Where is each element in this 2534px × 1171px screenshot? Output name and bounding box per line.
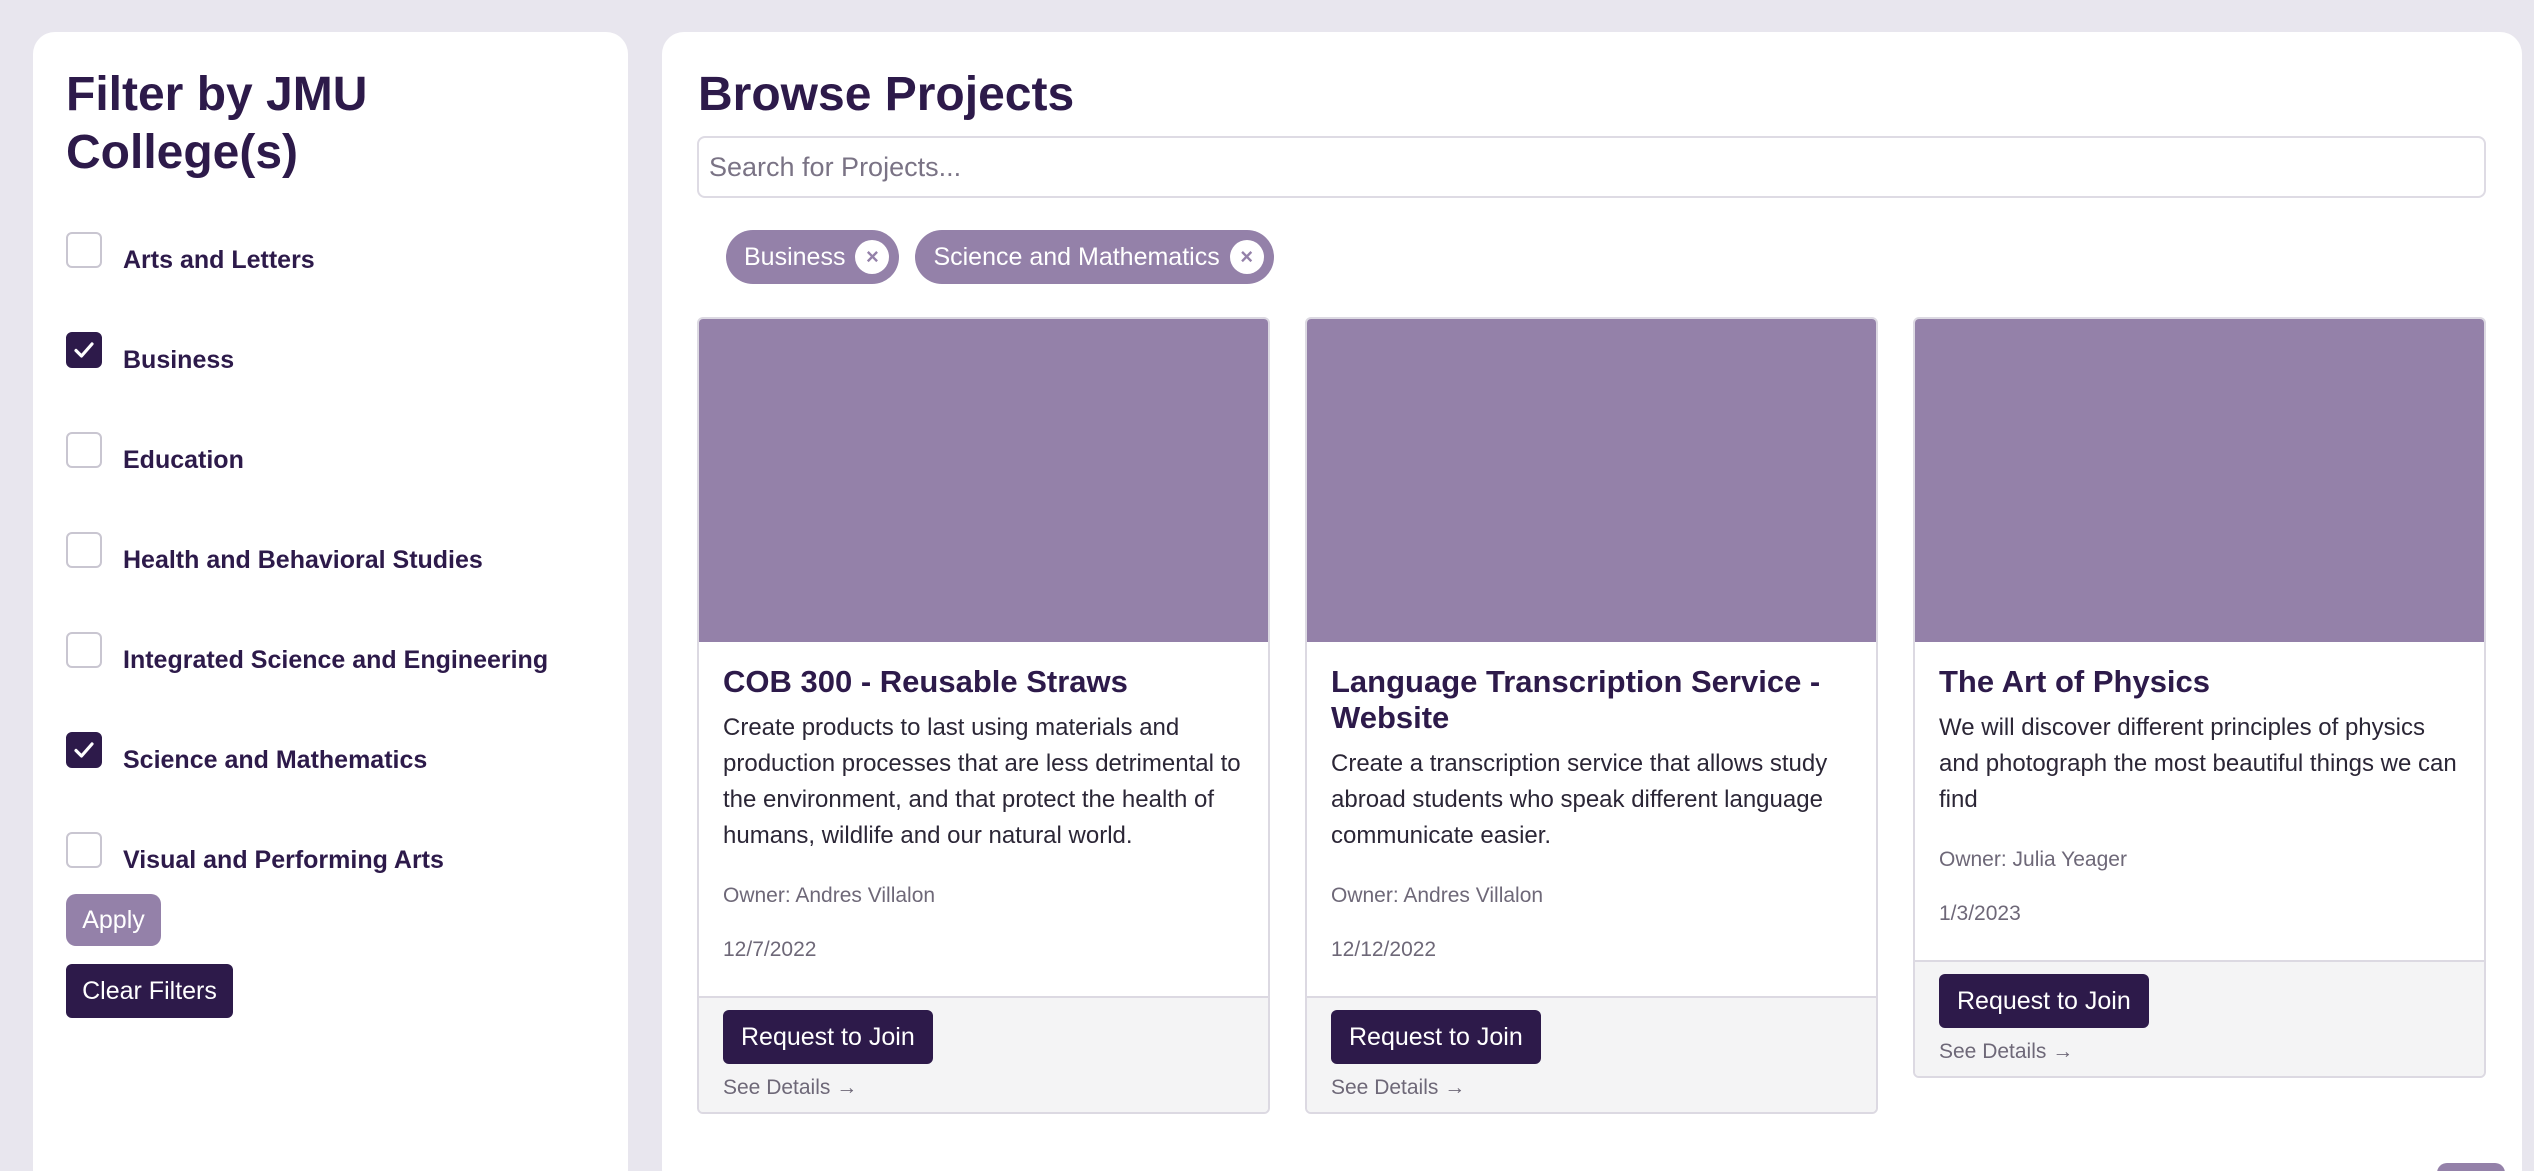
project-date: 12/12/2022 bbox=[1331, 938, 1437, 961]
filter-checkbox[interactable] bbox=[66, 632, 102, 668]
card-footer: Request to Join See Details → bbox=[699, 996, 1268, 1112]
scroll-to-top-button[interactable] bbox=[2437, 1163, 2505, 1171]
project-owner: Owner: Julia Yeager bbox=[1939, 848, 2127, 871]
filter-item-integrated-science[interactable]: Integrated Science and Engineering bbox=[66, 632, 595, 732]
card-body: The Art of Physics We will discover diff… bbox=[1915, 642, 2484, 960]
card-body: COB 300 - Reusable Straws Create product… bbox=[699, 642, 1268, 996]
project-title: The Art of Physics bbox=[1939, 664, 2211, 699]
filter-label: Arts and Letters bbox=[123, 246, 315, 274]
request-to-join-button[interactable]: Request to Join bbox=[723, 1010, 933, 1064]
search-input[interactable] bbox=[697, 136, 2486, 198]
project-description: We will discover different principles of… bbox=[1939, 714, 2457, 813]
remove-chip-icon[interactable]: × bbox=[1229, 240, 1264, 274]
filter-label: Science and Mathematics bbox=[123, 746, 428, 774]
checkmark-icon bbox=[74, 742, 94, 758]
project-card: The Art of Physics We will discover diff… bbox=[1913, 317, 2486, 1078]
chip-label: Business bbox=[744, 242, 846, 271]
project-owner: Owner: Andres Villalon bbox=[723, 884, 936, 907]
filter-checkbox[interactable] bbox=[66, 232, 102, 268]
see-details-link[interactable]: See Details → bbox=[1331, 1076, 1852, 1100]
filter-item-business[interactable]: Business bbox=[66, 332, 595, 432]
filter-item-health-behavioral[interactable]: Health and Behavioral Studies bbox=[66, 532, 595, 632]
see-details-link[interactable]: See Details → bbox=[723, 1076, 1244, 1100]
filter-label: Visual and Performing Arts bbox=[123, 846, 444, 874]
filter-item-science-mathematics[interactable]: Science and Mathematics bbox=[66, 732, 595, 832]
filter-checkbox[interactable] bbox=[66, 332, 102, 368]
project-description: Create products to last using materials … bbox=[723, 714, 1241, 849]
request-to-join-button[interactable]: Request to Join bbox=[1939, 974, 2149, 1028]
checkmark-icon bbox=[74, 342, 94, 358]
card-footer: Request to Join See Details → bbox=[1307, 996, 1876, 1112]
active-filter-chips: Business × Science and Mathematics × bbox=[726, 230, 1274, 284]
filter-item-education[interactable]: Education bbox=[66, 432, 595, 532]
card-body: Language Transcription Service - Website… bbox=[1307, 642, 1876, 996]
project-image-placeholder bbox=[1307, 319, 1876, 642]
project-card: Language Transcription Service - Website… bbox=[1305, 317, 1878, 1114]
filter-sidebar: Filter by JMU College(s) Arts and Letter… bbox=[33, 32, 628, 1171]
filter-checkbox[interactable] bbox=[66, 432, 102, 468]
remove-chip-icon[interactable]: × bbox=[855, 240, 890, 274]
filter-checkbox[interactable] bbox=[66, 732, 102, 768]
filter-label: Health and Behavioral Studies bbox=[123, 546, 483, 574]
request-to-join-button[interactable]: Request to Join bbox=[1331, 1010, 1541, 1064]
project-description: Create a transcription service that allo… bbox=[1331, 750, 1828, 849]
project-title: COB 300 - Reusable Straws bbox=[723, 664, 1128, 699]
clear-filters-button[interactable]: Clear Filters bbox=[66, 964, 233, 1018]
project-card: COB 300 - Reusable Straws Create product… bbox=[697, 317, 1270, 1114]
project-image-placeholder bbox=[699, 319, 1268, 642]
filter-item-arts-and-letters[interactable]: Arts and Letters bbox=[66, 232, 595, 332]
project-title: Language Transcription Service - Website bbox=[1331, 664, 1821, 735]
filter-chip-business: Business × bbox=[726, 230, 900, 284]
filter-label: Integrated Science and Engineering bbox=[123, 646, 549, 674]
project-image-placeholder bbox=[1915, 319, 2484, 642]
sidebar-title: Filter by JMU College(s) bbox=[66, 68, 368, 179]
chip-label: Science and Mathematics bbox=[933, 242, 1220, 271]
apply-button[interactable]: Apply bbox=[66, 894, 161, 946]
filter-label: Business bbox=[123, 346, 235, 374]
browse-projects-panel: Browse Projects Business × Science and M… bbox=[662, 32, 2522, 1171]
page-title: Browse Projects bbox=[698, 68, 1075, 121]
card-footer: Request to Join See Details → bbox=[1915, 960, 2484, 1076]
filter-chip-science-mathematics: Science and Mathematics × bbox=[915, 230, 1274, 284]
project-owner: Owner: Andres Villalon bbox=[1331, 884, 1544, 907]
page: Filter by JMU College(s) Arts and Letter… bbox=[0, 0, 2534, 1171]
filter-checkbox[interactable] bbox=[66, 832, 102, 868]
filter-checkbox[interactable] bbox=[66, 532, 102, 568]
project-date: 1/3/2023 bbox=[1939, 902, 2021, 925]
filter-label: Education bbox=[123, 446, 244, 474]
project-date: 12/7/2022 bbox=[723, 938, 817, 961]
see-details-link[interactable]: See Details → bbox=[1939, 1040, 2460, 1064]
